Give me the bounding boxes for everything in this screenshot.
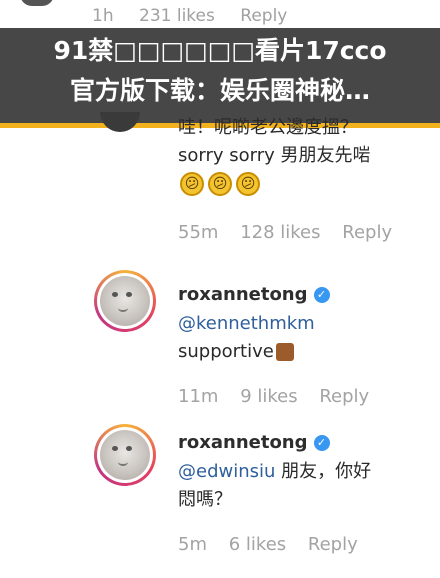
- top-comment-meta: 1h 231 likes Reply: [92, 6, 307, 26]
- avatar-image: [100, 430, 150, 480]
- avatar[interactable]: [100, 112, 140, 132]
- likes-link[interactable]: 6 likes: [229, 534, 286, 555]
- username[interactable]: roxannetong: [178, 432, 308, 453]
- verified-badge-icon: ✓: [313, 434, 330, 451]
- handbag-icon: [275, 343, 294, 361]
- title-overlay: 91禁□□□□□□看片17cco 官方版下载：娱乐圈神秘…: [0, 28, 440, 128]
- comment-meta: 5m 6 likes Reply: [178, 534, 374, 555]
- mention-link[interactable]: @kennethmkm: [178, 312, 315, 336]
- confused-face-icon: 😕: [208, 172, 232, 196]
- avatar[interactable]: [20, 0, 54, 6]
- confused-face-icon: 😕: [236, 172, 260, 196]
- comment-meta: 11m 9 likes Reply: [178, 386, 385, 407]
- comment-meta: 55m 128 likes Reply: [178, 222, 408, 243]
- confused-face-icon: 😕: [180, 172, 204, 196]
- comment-time: 1h: [92, 6, 114, 26]
- comment-text: 朋友，你好: [275, 461, 372, 482]
- username[interactable]: roxannetong: [178, 284, 308, 305]
- comment-text-line: sorry sorry 男朋友先啱: [178, 145, 371, 166]
- comment-text-line: 哇！呢啲老公邊度搵？: [178, 117, 358, 138]
- comment-text-line: supportive: [178, 340, 294, 364]
- mention-link[interactable]: @edwinsiu: [178, 461, 275, 482]
- comment-time: 5m: [178, 534, 207, 555]
- title-line-1: 91禁□□□□□□看片17cco: [53, 36, 387, 65]
- title-line-2: 官方版下载：娱乐圈神秘…: [69, 76, 370, 105]
- comment-text: supportive: [178, 341, 274, 362]
- reply-button[interactable]: Reply: [240, 6, 287, 26]
- avatar[interactable]: [94, 424, 156, 486]
- reply-button[interactable]: Reply: [319, 386, 369, 407]
- username-row[interactable]: roxannetong ✓: [178, 432, 330, 453]
- comment-time: 11m: [178, 386, 219, 407]
- reply-button[interactable]: Reply: [308, 534, 358, 555]
- reply-button[interactable]: Reply: [342, 222, 392, 243]
- avatar-image: [100, 276, 150, 326]
- comment-text-line: @edwinsiu 朋友，你好: [178, 460, 371, 484]
- likes-link[interactable]: 231 likes: [139, 6, 215, 26]
- comment-text-line: 悶嗎？: [178, 489, 232, 510]
- likes-link[interactable]: 128 likes: [240, 222, 320, 243]
- avatar[interactable]: [94, 270, 156, 332]
- comment-time: 55m: [178, 222, 219, 243]
- username-row[interactable]: roxannetong ✓: [178, 284, 330, 305]
- emoji-row: 😕 😕 😕: [180, 172, 260, 196]
- verified-badge-icon: ✓: [313, 286, 330, 303]
- likes-link[interactable]: 9 likes: [240, 386, 297, 407]
